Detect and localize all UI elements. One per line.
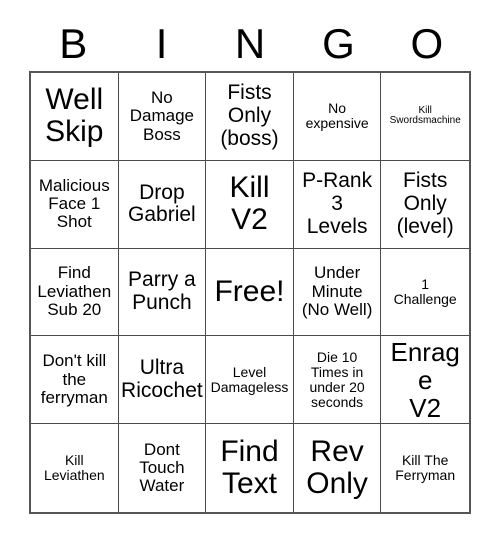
bingo-cell[interactable]: 1 Challenge — [381, 248, 469, 337]
bingo-cell-label: Free! — [214, 274, 285, 308]
bingo-cell[interactable]: Free! — [206, 248, 294, 337]
bingo-cell[interactable]: Ultra Ricochet — [118, 336, 207, 425]
bingo-cell[interactable]: Kill V2 — [206, 160, 294, 249]
bingo-cell-label: Fists Only (boss) — [220, 81, 279, 150]
bingo-cell[interactable]: P-Rank 3 Levels — [293, 160, 382, 249]
bingo-cell-label: Don't kill the ferryman — [40, 351, 108, 407]
bingo-cell-label: Parry a Punch — [128, 268, 196, 314]
bingo-cell-label: Kill Leviathen — [43, 451, 105, 484]
bingo-header-letter-n: N — [234, 20, 266, 67]
bingo-cell-label: Level Damageless — [210, 363, 289, 395]
bingo-cell[interactable]: Enrage V2 — [381, 336, 469, 425]
bingo-cell-label: Malicious Face 1 Shot — [38, 175, 110, 232]
bingo-grid: Well Skip No Damage Boss Fists Only (boss)… — [29, 71, 471, 514]
bingo-cell-label: Die 10 Times in under 20 seconds — [309, 348, 365, 410]
bingo-cell[interactable]: No expensive — [293, 73, 382, 161]
bingo-cell[interactable]: No Damage Boss — [118, 73, 207, 161]
bingo-header-letter-g: G — [322, 20, 355, 67]
bingo-cell-label: Find Leviathen Sub 20 — [37, 263, 112, 320]
bingo-cell[interactable]: Malicious Face 1 Shot — [31, 160, 119, 249]
bingo-header-letter-b: B — [59, 20, 88, 67]
bingo-cell[interactable]: Well Skip — [31, 73, 119, 161]
bingo-cell[interactable]: Don't kill the ferryman — [31, 336, 119, 425]
bingo-cell-label: Kill The Ferryman — [395, 451, 456, 484]
bingo-cell-label: 1 Challenge — [393, 275, 457, 307]
bingo-cell[interactable]: Rev Only — [293, 424, 382, 512]
bingo-cell-label: Ultra Ricochet — [121, 356, 203, 402]
bingo-header-row: B I N G O — [29, 18, 471, 70]
bingo-cell-label: Dont Touch Water — [139, 439, 185, 496]
bingo-cell[interactable]: Dont Touch Water — [118, 424, 207, 512]
bingo-cell[interactable]: Fists Only (level) — [381, 160, 469, 249]
bingo-cell-label: Kill V2 — [229, 170, 270, 237]
bingo-cell-label: Well Skip — [45, 83, 104, 149]
bingo-cell[interactable]: Fists Only (boss) — [206, 73, 294, 161]
bingo-cell[interactable]: Level Damageless — [206, 336, 294, 425]
bingo-cell[interactable]: Kill Swordsmachine — [381, 73, 469, 161]
bingo-cell[interactable]: Kill The Ferryman — [381, 424, 469, 512]
bingo-cell[interactable]: Find Leviathen Sub 20 — [31, 248, 119, 337]
bingo-cell-label: Find Text — [220, 434, 279, 501]
bingo-cell[interactable]: Die 10 Times in under 20 seconds — [293, 336, 382, 425]
bingo-cell[interactable]: Drop Gabriel — [118, 160, 207, 249]
bingo-cell-label: Fists Only (level) — [396, 169, 454, 238]
bingo-cell-label: Kill Swordsmachine — [389, 104, 461, 127]
bingo-header-letter-i: I — [155, 20, 168, 67]
bingo-cell-label: No expensive — [305, 100, 369, 132]
bingo-cell[interactable]: Parry a Punch — [118, 248, 207, 337]
bingo-cell-label: Drop Gabriel — [128, 180, 196, 227]
bingo-cell-label: Enrage V2 — [390, 336, 460, 423]
bingo-header-letter-o: O — [410, 20, 444, 67]
bingo-cell-label: P-Rank 3 Levels — [302, 169, 373, 238]
bingo-cell-label: No Damage Boss — [129, 87, 195, 144]
bingo-cell-label: Rev Only — [306, 434, 368, 501]
bingo-cell[interactable]: Under Minute (No Well) — [293, 248, 382, 337]
bingo-cell[interactable]: Kill Leviathen — [31, 424, 119, 512]
bingo-cell[interactable]: Find Text — [206, 424, 294, 512]
bingo-cell-label: Under Minute (No Well) — [301, 263, 373, 320]
bingo-card: B I N G O Well Skip No Damage Boss Fists O… — [0, 0, 500, 544]
